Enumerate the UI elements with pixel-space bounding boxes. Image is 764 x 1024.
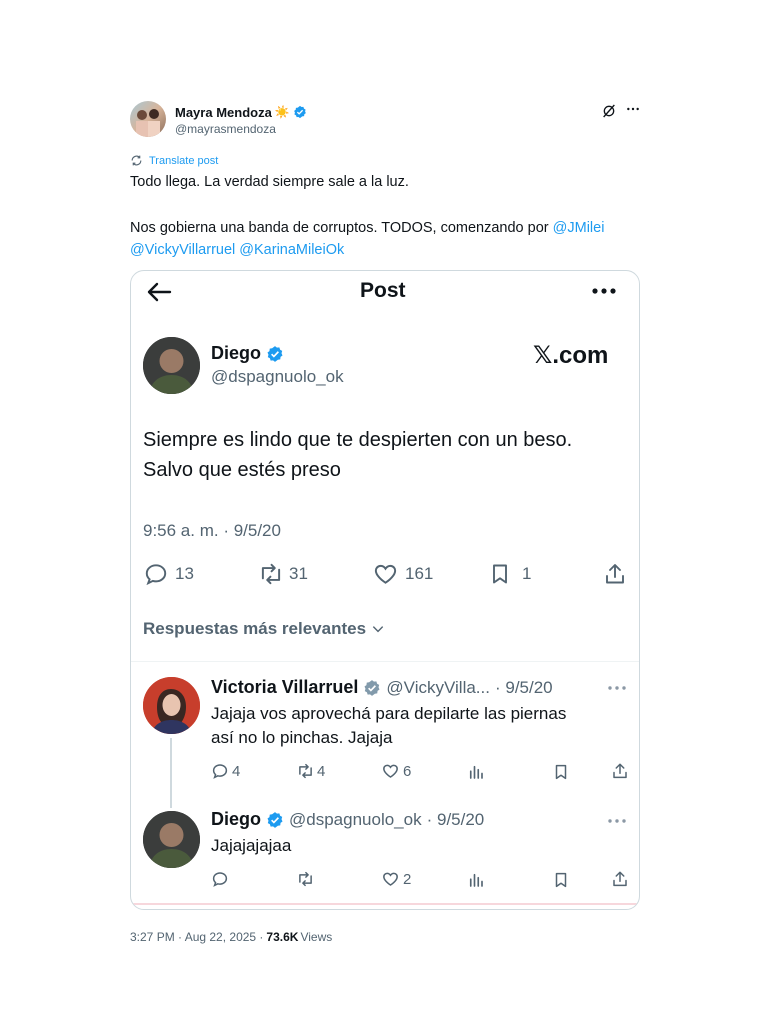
- views-count: 73.6K: [266, 930, 299, 944]
- reply2-like-button[interactable]: 2: [381, 870, 411, 888]
- embedded-screenshot-card: Post Diego @dspagnuolo_ok 𝕏.com Siempre …: [130, 270, 640, 910]
- heart-icon: [372, 561, 399, 587]
- reply2-analytics-icon[interactable]: [467, 871, 485, 889]
- main-post-timestamp[interactable]: 9:56 a. m. · 9/5/20: [143, 521, 281, 541]
- reply1-verified-icon: [363, 679, 381, 697]
- replies-sort-dropdown[interactable]: Respuestas más relevantes: [143, 619, 385, 639]
- more-options-icon[interactable]: [625, 101, 641, 117]
- reply1-author-handle[interactable]: @VickyVilla...: [386, 678, 490, 698]
- main-bookmark-button[interactable]: 1: [488, 561, 531, 587]
- embed-more-icon[interactable]: [590, 281, 618, 301]
- reply1-repost-button[interactable]: 4: [296, 762, 325, 780]
- x-com-brand: 𝕏.com: [533, 342, 609, 369]
- reply2-share-icon[interactable]: [611, 870, 629, 888]
- main-post-text-line1: Siempre es lindo que te despierten con u…: [143, 429, 573, 451]
- sun-emoji: ☀️: [274, 105, 290, 119]
- mention-karinamileiok[interactable]: @KarinaMileiOk: [239, 242, 344, 258]
- avatar-victoria[interactable]: [143, 677, 200, 734]
- reply2-verified-icon: [266, 811, 284, 829]
- main-author-handle[interactable]: @dspagnuolo_ok: [211, 367, 344, 387]
- reply1-text-line2: así no lo pinchas. Jajaja: [211, 728, 393, 747]
- reply1-bookmark-icon[interactable]: [552, 763, 570, 781]
- outer-text-line2: Nos gobierna una banda de corruptos. TOD…: [130, 217, 650, 261]
- main-like-button[interactable]: 161: [372, 561, 433, 587]
- outer-timestamp-row[interactable]: 3:27 PM · Aug 22, 2025 · 73.6K Views: [130, 930, 332, 944]
- mention-vickyvillarruel[interactable]: @VickyVillarruel: [130, 242, 235, 258]
- chevron-down-icon: [371, 622, 385, 636]
- reply1-reply-count: 4: [232, 762, 241, 780]
- reply2-text: Jajajajajaa: [211, 836, 292, 855]
- reply-icon: [211, 762, 229, 780]
- avatar-diego-reply[interactable]: [143, 811, 200, 868]
- reply1-share-icon[interactable]: [611, 762, 629, 780]
- repost-icon: [296, 762, 315, 780]
- reply1-more-icon[interactable]: [607, 681, 627, 695]
- heart-icon: [381, 870, 400, 888]
- reply2-author-handle[interactable]: @dspagnuolo_ok: [289, 810, 422, 830]
- thread-line: [170, 738, 172, 808]
- outer-text-prefix: Nos gobierna una banda de corruptos. TOD…: [130, 220, 553, 236]
- reply1-analytics-icon[interactable]: [467, 763, 485, 781]
- main-reply-count: 13: [175, 564, 194, 583]
- main-verified-icon: [266, 345, 284, 363]
- outer-author-name[interactable]: Mayra Mendoza: [175, 105, 272, 120]
- heart-icon: [381, 762, 400, 780]
- verified-badge-icon: [293, 105, 307, 119]
- avatar-diego-main[interactable]: [143, 337, 200, 394]
- main-share-icon[interactable]: [603, 561, 627, 587]
- reply1-like-count: 6: [403, 762, 412, 780]
- reply2-reply-icon[interactable]: [211, 870, 229, 888]
- reply-icon: [143, 561, 169, 587]
- card-bottom-strip: [131, 903, 639, 905]
- main-post-text-line2: Salvo que estés preso: [143, 459, 341, 481]
- bookmark-icon: [488, 561, 512, 587]
- reply1-date[interactable]: · 9/5/20: [495, 678, 553, 698]
- reply2-author-name[interactable]: Diego: [211, 809, 261, 830]
- avatar-mayra[interactable]: [130, 101, 166, 137]
- reply1-reply-button[interactable]: 4: [211, 762, 240, 780]
- reply2-like-count: 2: [403, 870, 412, 888]
- reply2-bookmark-icon[interactable]: [552, 871, 570, 889]
- divider: [131, 661, 639, 662]
- outer-timestamp: 3:27 PM · Aug 22, 2025 ·: [130, 930, 264, 944]
- reply2-more-icon[interactable]: [607, 814, 627, 828]
- main-bookmark-count: 1: [522, 564, 532, 583]
- reply1-repost-count: 4: [317, 762, 326, 780]
- main-repost-button[interactable]: 31: [257, 561, 308, 587]
- mention-jmilei[interactable]: @JMilei: [553, 220, 605, 236]
- main-like-count: 161: [405, 564, 434, 583]
- translate-icon: [130, 154, 143, 167]
- views-label: Views: [300, 930, 333, 944]
- main-repost-count: 31: [289, 564, 308, 583]
- main-reply-button[interactable]: 13: [143, 561, 194, 587]
- translate-post-label: Translate post: [149, 154, 219, 167]
- grok-icon[interactable]: [601, 103, 617, 119]
- back-arrow-icon[interactable]: [146, 281, 172, 303]
- embed-header-title: Post: [360, 279, 406, 302]
- reply1-like-button[interactable]: 6: [381, 762, 411, 780]
- outer-text-line1: Todo llega. La verdad siempre sale a la …: [130, 174, 409, 190]
- reply1-text-line1: Jajaja vos aprovechá para depilarte las …: [211, 704, 567, 723]
- outer-author-handle[interactable]: @mayrasmendoza: [175, 122, 276, 136]
- reply1-author-name[interactable]: Victoria Villarruel: [211, 677, 358, 698]
- reply2-date[interactable]: · 9/5/20: [427, 810, 485, 830]
- replies-sort-label: Respuestas más relevantes: [143, 619, 367, 638]
- repost-icon: [257, 561, 285, 587]
- main-author-name[interactable]: Diego: [211, 343, 261, 364]
- translate-post-link[interactable]: Translate post: [130, 154, 218, 167]
- reply2-repost-icon[interactable]: [296, 870, 315, 888]
